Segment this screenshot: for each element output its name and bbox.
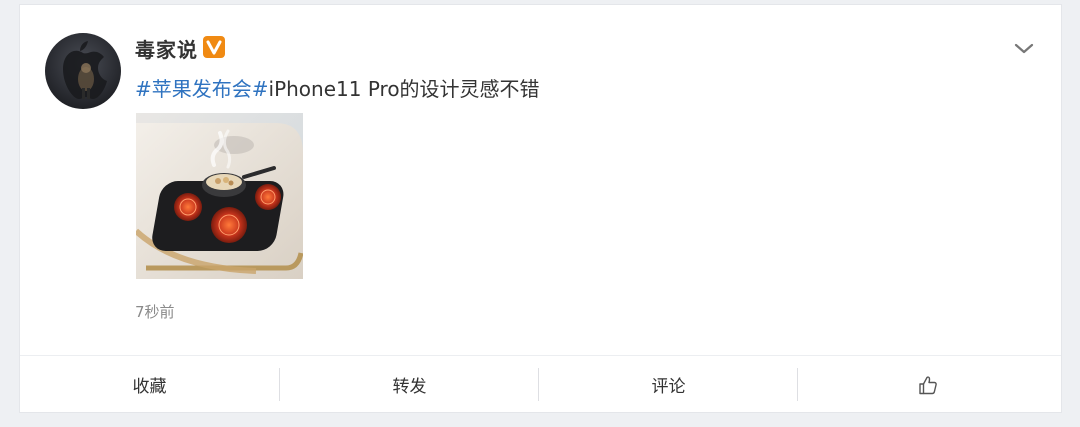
repost-button[interactable]: 转发 xyxy=(280,356,539,413)
chevron-down-icon[interactable] xyxy=(1010,35,1038,63)
post-text: #苹果发布会#iPhone11 Pro的设计灵感不错 xyxy=(135,73,540,102)
post-timestamp: 7秒前 xyxy=(135,303,175,321)
iphone-cooktop-image xyxy=(136,113,303,279)
favorite-button[interactable]: 收藏 xyxy=(20,356,279,413)
apple-logo-icon xyxy=(63,41,107,99)
like-button[interactable] xyxy=(798,356,1057,413)
author-name[interactable]: 毒家说 xyxy=(135,34,198,63)
weibo-post-card: 毒家说 #苹果发布会#iPhone11 Pro的设计灵感不错 7秒前 收藏 转发… xyxy=(19,4,1062,413)
verified-v-icon xyxy=(203,36,225,58)
action-bar: 收藏 转发 评论 xyxy=(20,355,1061,413)
comment-button[interactable]: 评论 xyxy=(539,356,798,413)
author-avatar[interactable] xyxy=(45,33,121,109)
post-image[interactable] xyxy=(136,113,303,279)
post-body: iPhone11 Pro的设计灵感不错 xyxy=(268,77,540,101)
thumbs-up-icon xyxy=(918,375,937,394)
topic-link[interactable]: #苹果发布会# xyxy=(135,77,269,101)
